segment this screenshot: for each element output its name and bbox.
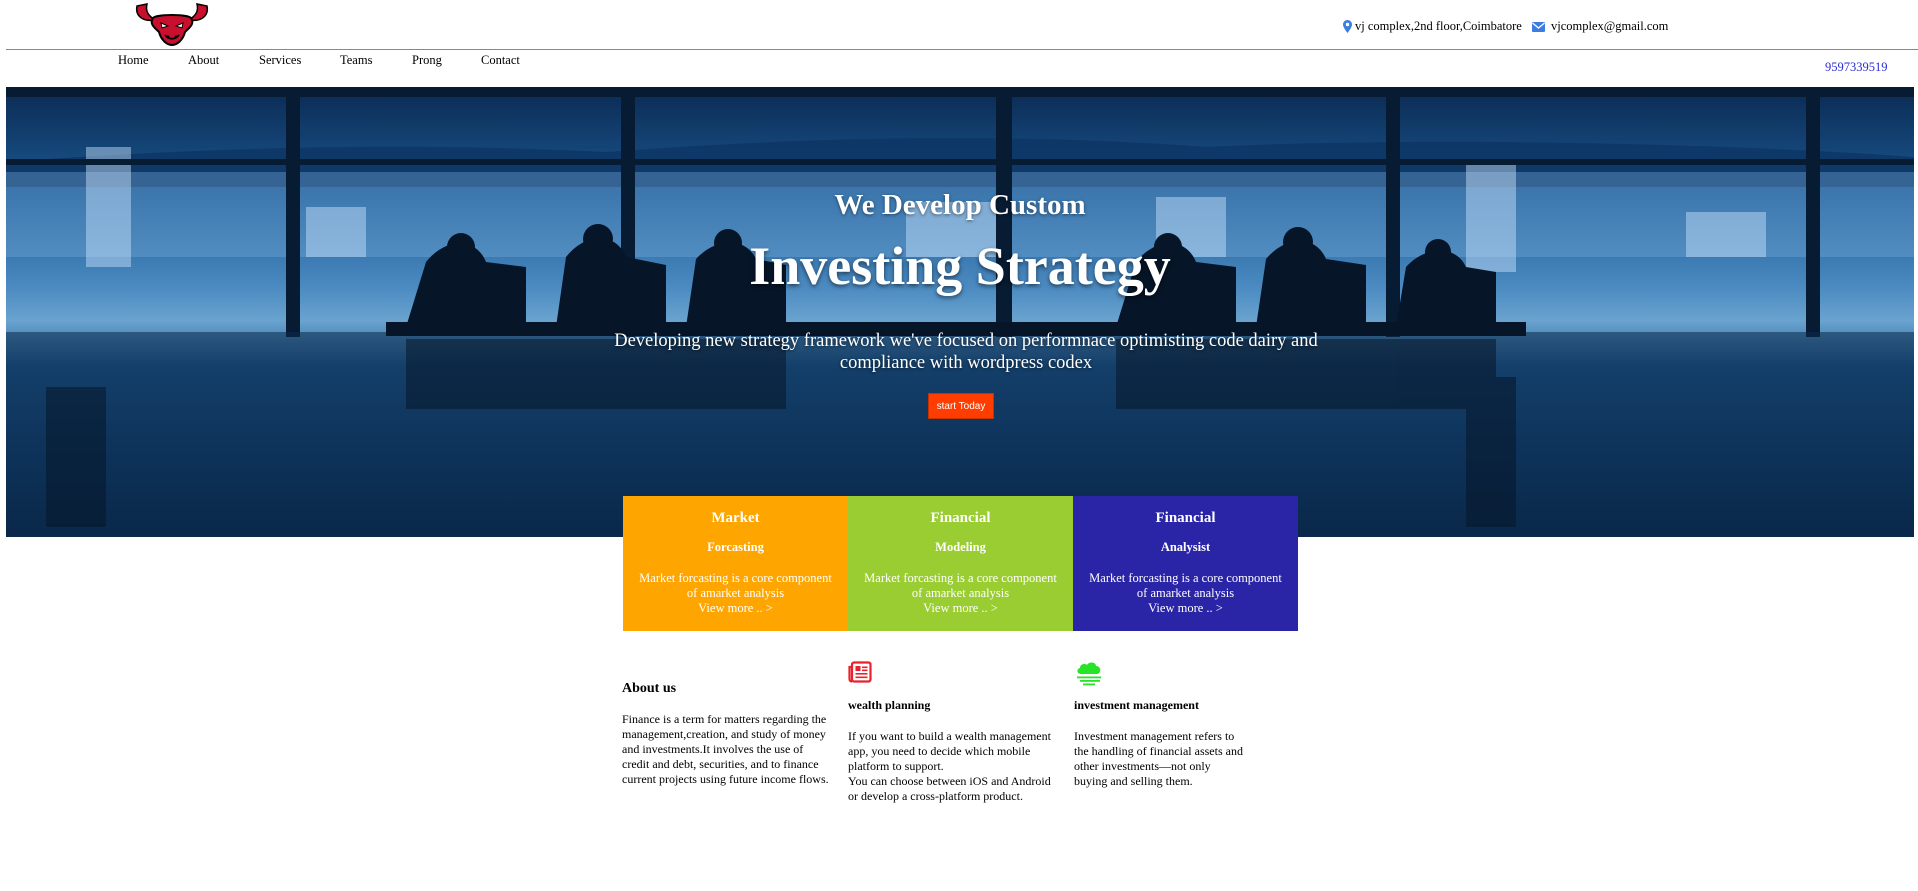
card-subtitle: Modeling [935, 540, 986, 554]
card-subtitle: Forcasting [707, 540, 764, 554]
nav-item-services[interactable]: Services [259, 53, 340, 68]
nav-item-about[interactable]: About [188, 53, 259, 68]
card-text: Market forcasting is a core component of… [864, 571, 1057, 600]
bull-head-icon[interactable] [133, 2, 211, 47]
nav-item-contact[interactable]: Contact [481, 53, 520, 68]
service-card-financial-analysist: Financial Analysist Market forcasting is… [1073, 496, 1298, 631]
card-title: Financial [930, 510, 991, 526]
cloud-rain-icon [1074, 661, 1104, 692]
wealth-planning-heading: wealth planning [848, 698, 931, 712]
card-subtitle: Analysist [1160, 540, 1211, 554]
card-text: Market forcasting is a core component of… [1089, 571, 1282, 600]
main-nav: Home About Services Teams Prong Contact [118, 53, 520, 68]
hero-background-image [6, 87, 1914, 537]
hero-subtitle: We Develop Custom [834, 189, 1086, 221]
nav-item-home[interactable]: Home [118, 53, 188, 68]
map-marker-icon [1343, 20, 1352, 33]
investment-management-heading: investment management [1074, 698, 1199, 712]
hero-title: Investing Strategy [749, 236, 1171, 296]
nav-item-teams[interactable]: Teams [340, 53, 412, 68]
card-title: Market [711, 510, 760, 526]
hero-description: Developing new strategy framework we've … [614, 331, 1318, 373]
view-more-link[interactable]: View more .. > [848, 601, 1073, 616]
wealth-planning-text-2: You can choose between iOS and Android o… [848, 774, 1051, 803]
email-text[interactable]: vjcomplex@gmail.com [1551, 19, 1668, 34]
wealth-planning-text: If you want to build a wealth management… [848, 729, 1063, 804]
about-text: Finance is a term for matters regarding … [622, 712, 829, 786]
phone-number[interactable]: 9597339519 [1825, 60, 1888, 75]
view-more-link[interactable]: View more .. > [1073, 601, 1298, 616]
nav-item-prong[interactable]: Prong [412, 53, 481, 68]
header-email[interactable]: vjcomplex@gmail.com [1532, 19, 1668, 34]
header-divider [6, 49, 1918, 50]
newspaper-icon [848, 661, 872, 688]
wealth-planning-text-1: If you want to build a wealth management… [848, 729, 1051, 773]
view-more-link[interactable]: View more .. > [623, 601, 848, 616]
header-address: vj complex,2nd floor,Coimbatore [1343, 19, 1522, 34]
about-heading: About us [622, 681, 677, 696]
service-card-financial-modeling: Financial Modeling Market forcasting is … [848, 496, 1073, 631]
envelope-icon [1532, 21, 1548, 32]
service-card-market-forcasting: Market Forcasting Market forcasting is a… [623, 496, 848, 631]
hero-banner: We Develop Custom Investing Strategy Dev… [6, 87, 1914, 537]
investment-management-text: Investment management refers to the hand… [1074, 729, 1243, 788]
address-text: vj complex,2nd floor,Coimbatore [1355, 19, 1522, 33]
card-title: Financial [1155, 510, 1216, 526]
start-today-button[interactable]: start Today [928, 393, 994, 419]
card-text: Market forcasting is a core component of… [639, 571, 832, 600]
